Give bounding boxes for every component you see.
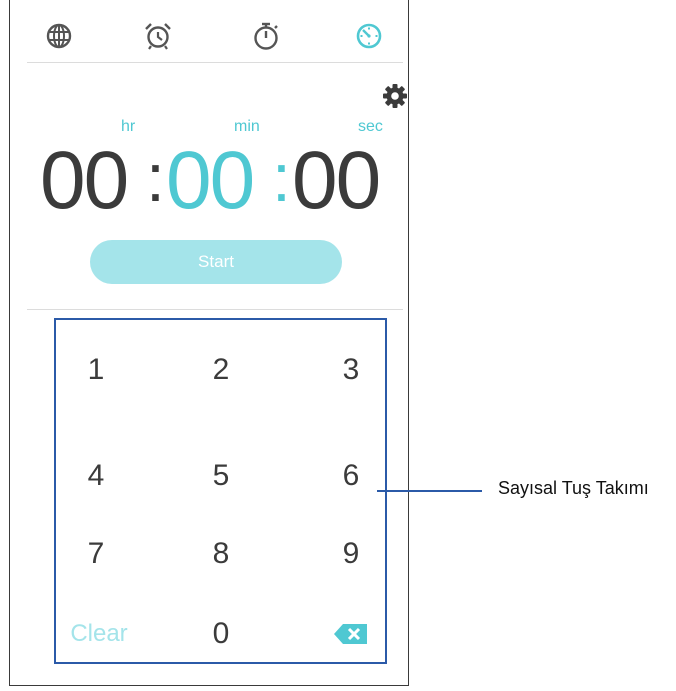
tab-bar: [10, 0, 408, 62]
hours-value[interactable]: 00: [40, 126, 129, 236]
keypad-callout-label: Sayısal Tuş Takımı: [498, 478, 649, 498]
minutes-value[interactable]: 00: [166, 126, 255, 236]
key-9[interactable]: 9: [311, 524, 391, 584]
timer-settings-button[interactable]: [381, 82, 409, 110]
minutes-seconds-colon: :: [272, 140, 291, 216]
clear-button[interactable]: Clear: [59, 604, 139, 664]
numeric-keypad: 1 2 3 4 5 6 7 8 9 Clear 0: [54, 318, 387, 664]
hours-minutes-colon: :: [146, 140, 165, 216]
alarm-clock-icon: [145, 23, 171, 50]
callout-line: [377, 490, 482, 492]
key-6[interactable]: 6: [311, 446, 391, 506]
start-button[interactable]: Start: [90, 240, 342, 284]
tab-timer[interactable]: [351, 18, 387, 54]
backspace-icon: [334, 624, 367, 644]
stopwatch-icon: [254, 22, 278, 50]
key-0[interactable]: 0: [181, 604, 261, 664]
key-7[interactable]: 7: [56, 524, 136, 584]
tab-divider: [27, 62, 403, 63]
backspace-button[interactable]: [311, 604, 391, 664]
key-1[interactable]: 1: [56, 340, 136, 400]
timer-screen: hr min sec 00 : 00 : 00 Start 1 2 3 4 5 …: [9, 0, 409, 686]
key-8[interactable]: 8: [181, 524, 261, 584]
timer-display: 00 : 00 : 00: [40, 126, 390, 236]
tab-alarm[interactable]: [140, 18, 176, 54]
gear-icon: [383, 84, 407, 108]
timer-icon: [356, 23, 382, 49]
tab-world-clock[interactable]: [41, 18, 77, 54]
key-5[interactable]: 5: [181, 446, 261, 506]
seconds-value[interactable]: 00: [292, 126, 381, 236]
tab-stopwatch[interactable]: [248, 18, 284, 54]
key-4[interactable]: 4: [56, 446, 136, 506]
key-2[interactable]: 2: [181, 340, 261, 400]
keypad-divider: [27, 309, 403, 310]
key-3[interactable]: 3: [311, 340, 391, 400]
globe-icon: [46, 23, 72, 49]
